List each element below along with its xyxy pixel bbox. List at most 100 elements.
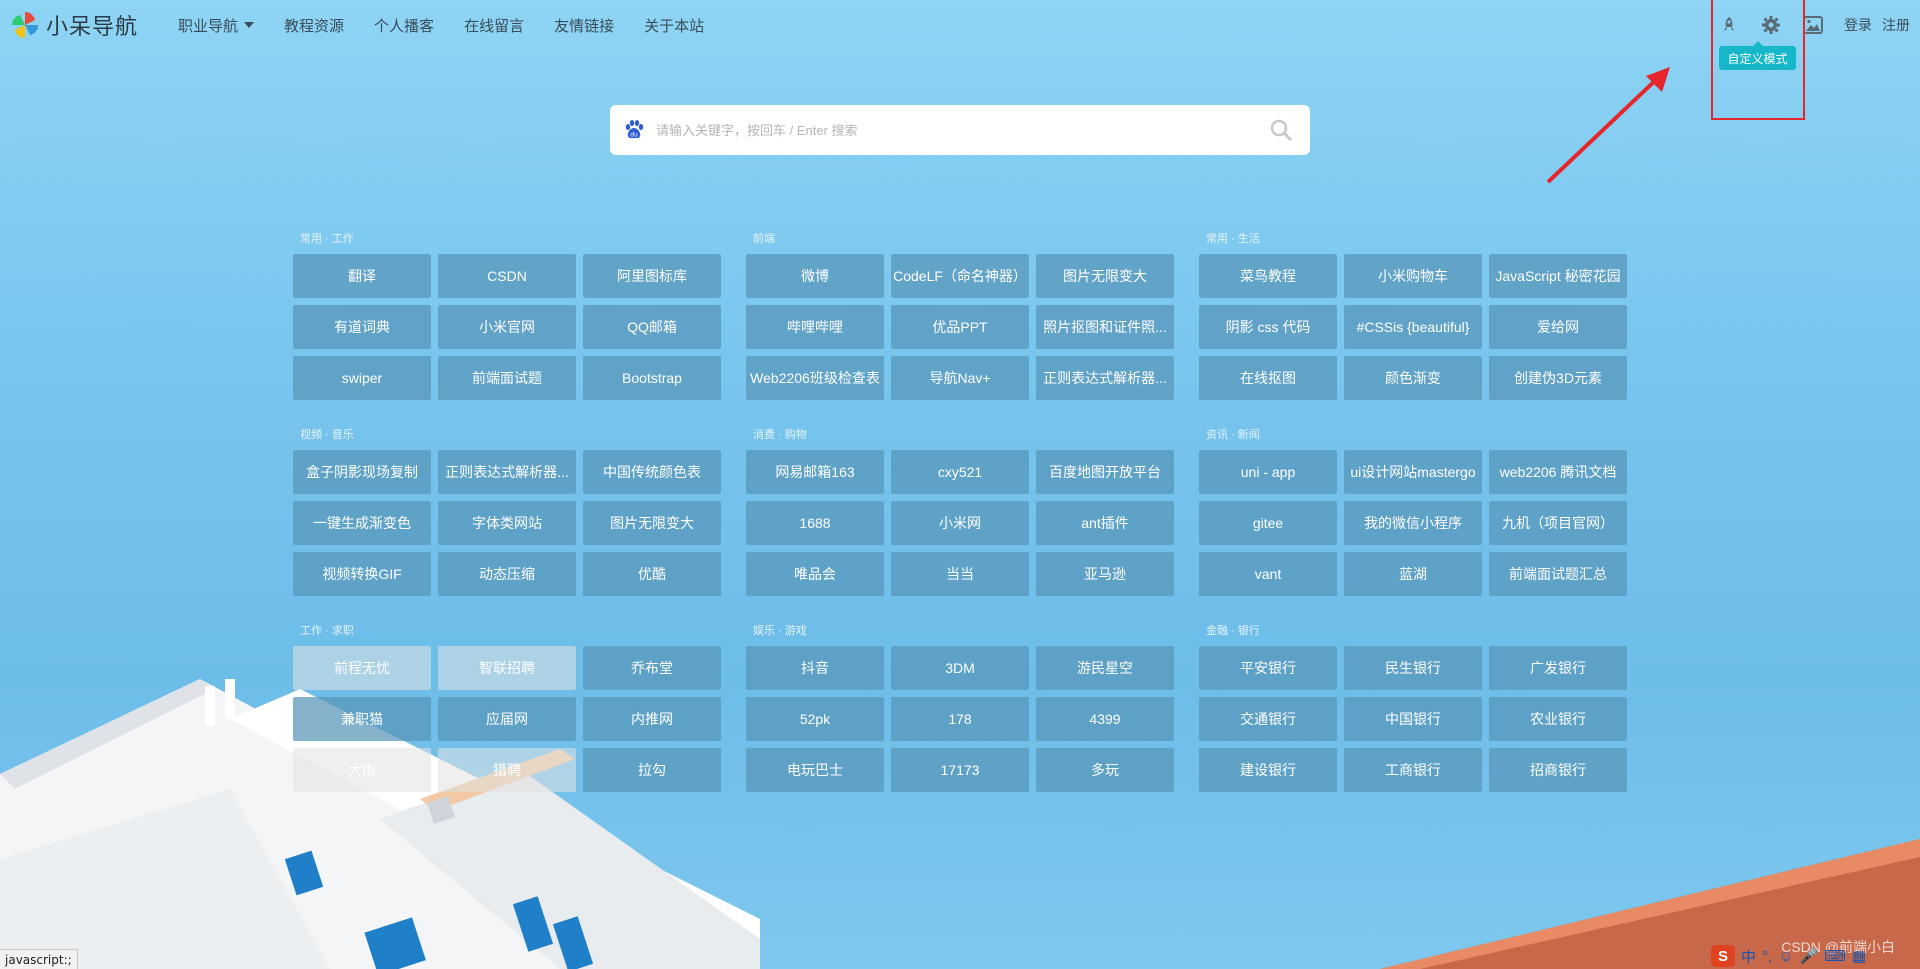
link-tile[interactable]: 百度地图开放平台	[1036, 450, 1174, 494]
link-tile[interactable]: 九机（项目官网）	[1489, 501, 1627, 545]
link-tile[interactable]: 游民星空	[1036, 646, 1174, 690]
link-tile[interactable]: 52pk	[746, 697, 884, 741]
link-tile[interactable]: swiper	[293, 356, 431, 400]
link-tile[interactable]: 电玩巴士	[746, 748, 884, 792]
ime-punctuation[interactable]: °,	[1762, 948, 1772, 965]
rocket-icon[interactable]	[1718, 14, 1740, 36]
link-tile[interactable]: 阿里图标库	[583, 254, 721, 298]
link-tile[interactable]: 4399	[1036, 697, 1174, 741]
link-tile[interactable]: 大街	[293, 748, 431, 792]
grid-icon[interactable]: ▦	[1852, 947, 1866, 965]
link-tile[interactable]: 爱给网	[1489, 305, 1627, 349]
microphone-icon[interactable]: 🎤	[1800, 947, 1819, 965]
link-tile[interactable]: 中国银行	[1344, 697, 1482, 741]
link-tile[interactable]: 抖音	[746, 646, 884, 690]
link-tile[interactable]: 内推网	[583, 697, 721, 741]
link-tile[interactable]: 图片无限变大	[583, 501, 721, 545]
link-tile[interactable]: 网易邮箱163	[746, 450, 884, 494]
link-tile[interactable]: 招商银行	[1489, 748, 1627, 792]
link-tile[interactable]: 盒子阴影现场复制	[293, 450, 431, 494]
baidu-paw-icon[interactable]: du	[622, 118, 646, 142]
link-tile[interactable]: 当当	[891, 552, 1029, 596]
link-tile[interactable]: 哔哩哔哩	[746, 305, 884, 349]
link-tile[interactable]: 阴影 css 代码	[1199, 305, 1337, 349]
link-tile[interactable]: 字体类网站	[438, 501, 576, 545]
keyboard-icon[interactable]: ⌨	[1824, 947, 1846, 965]
link-tile[interactable]: gitee	[1199, 501, 1337, 545]
link-tile[interactable]: 猎聘	[438, 748, 576, 792]
link-tile[interactable]: 菜鸟教程	[1199, 254, 1337, 298]
link-tile[interactable]: 前程无忧	[293, 646, 431, 690]
link-tile[interactable]: 多玩	[1036, 748, 1174, 792]
link-tile[interactable]: 一键生成渐变色	[293, 501, 431, 545]
link-tile[interactable]: 1688	[746, 501, 884, 545]
link-tile[interactable]: 导航Nav+	[891, 356, 1029, 400]
link-tile[interactable]: 优酷	[583, 552, 721, 596]
link-tile[interactable]: 178	[891, 697, 1029, 741]
link-tile[interactable]: 建设银行	[1199, 748, 1337, 792]
link-tile[interactable]: uni - app	[1199, 450, 1337, 494]
link-tile[interactable]: 我的微信小程序	[1344, 501, 1482, 545]
search-input[interactable]	[656, 122, 1266, 138]
link-tile[interactable]: 平安银行	[1199, 646, 1337, 690]
link-tile[interactable]: 微博	[746, 254, 884, 298]
link-tile[interactable]: 翻译	[293, 254, 431, 298]
link-tile[interactable]: Web2206班级检查表	[746, 356, 884, 400]
link-tile[interactable]: ant插件	[1036, 501, 1174, 545]
login-link[interactable]: 登录	[1844, 15, 1872, 35]
link-tile[interactable]: 优品PPT	[891, 305, 1029, 349]
link-tile[interactable]: 正则表达式解析器...	[438, 450, 576, 494]
sogou-s-icon[interactable]: S	[1711, 945, 1735, 967]
ime-language[interactable]: 中	[1741, 946, 1756, 967]
link-tile[interactable]: 应届网	[438, 697, 576, 741]
link-tile[interactable]: CodeLF（命名神器）	[891, 254, 1029, 298]
link-tile[interactable]: 广发银行	[1489, 646, 1627, 690]
nav-links[interactable]: 友情链接	[554, 15, 614, 36]
link-tile[interactable]: 乔布堂	[583, 646, 721, 690]
link-tile[interactable]: vant	[1199, 552, 1337, 596]
link-tile[interactable]: cxy521	[891, 450, 1029, 494]
link-tile[interactable]: 民生银行	[1344, 646, 1482, 690]
emoji-icon[interactable]: ☺	[1778, 948, 1793, 965]
register-link[interactable]: 注册	[1882, 15, 1910, 35]
link-tile[interactable]: 17173	[891, 748, 1029, 792]
link-tile[interactable]: 交通银行	[1199, 697, 1337, 741]
link-tile[interactable]: 小米网	[891, 501, 1029, 545]
link-tile[interactable]: 3DM	[891, 646, 1029, 690]
link-tile[interactable]: 小米购物车	[1344, 254, 1482, 298]
link-tile[interactable]: JavaScript 秘密花园	[1489, 254, 1627, 298]
link-tile[interactable]: 视频转换GIF	[293, 552, 431, 596]
nav-tutorials[interactable]: 教程资源	[284, 15, 344, 36]
link-tile[interactable]: 拉勾	[583, 748, 721, 792]
link-tile[interactable]: 农业银行	[1489, 697, 1627, 741]
link-tile[interactable]: 有道词典	[293, 305, 431, 349]
link-tile[interactable]: 兼职猫	[293, 697, 431, 741]
link-tile[interactable]: 在线抠图	[1199, 356, 1337, 400]
link-tile[interactable]: 照片抠图和证件照...	[1036, 305, 1174, 349]
image-icon[interactable]	[1802, 14, 1824, 36]
nav-message[interactable]: 在线留言	[464, 15, 524, 36]
link-tile[interactable]: QQ邮箱	[583, 305, 721, 349]
link-tile[interactable]: 图片无限变大	[1036, 254, 1174, 298]
gear-icon[interactable]	[1760, 14, 1782, 36]
nav-about[interactable]: 关于本站	[644, 15, 704, 36]
link-tile[interactable]: 小米官网	[438, 305, 576, 349]
link-tile[interactable]: 智联招聘	[438, 646, 576, 690]
link-tile[interactable]: 前端面试题汇总	[1489, 552, 1627, 596]
link-tile[interactable]: #CSSis {beautiful}	[1344, 305, 1482, 349]
link-tile[interactable]: 正则表达式解析器...	[1036, 356, 1174, 400]
link-tile[interactable]: 创建伪3D元素	[1489, 356, 1627, 400]
link-tile[interactable]: 前端面试题	[438, 356, 576, 400]
link-tile[interactable]: web2206 腾讯文档	[1489, 450, 1627, 494]
nav-career[interactable]: 职业导航	[178, 15, 255, 36]
link-tile[interactable]: 中国传统颜色表	[583, 450, 721, 494]
link-tile[interactable]: 工商银行	[1344, 748, 1482, 792]
link-tile[interactable]: ui设计网站mastergo	[1344, 450, 1482, 494]
link-tile[interactable]: Bootstrap	[583, 356, 721, 400]
link-tile[interactable]: CSDN	[438, 254, 576, 298]
link-tile[interactable]: 唯品会	[746, 552, 884, 596]
nav-blog[interactable]: 个人播客	[374, 15, 434, 36]
link-tile[interactable]: 亚马逊	[1036, 552, 1174, 596]
link-tile[interactable]: 蓝湖	[1344, 552, 1482, 596]
link-tile[interactable]: 颜色渐变	[1344, 356, 1482, 400]
